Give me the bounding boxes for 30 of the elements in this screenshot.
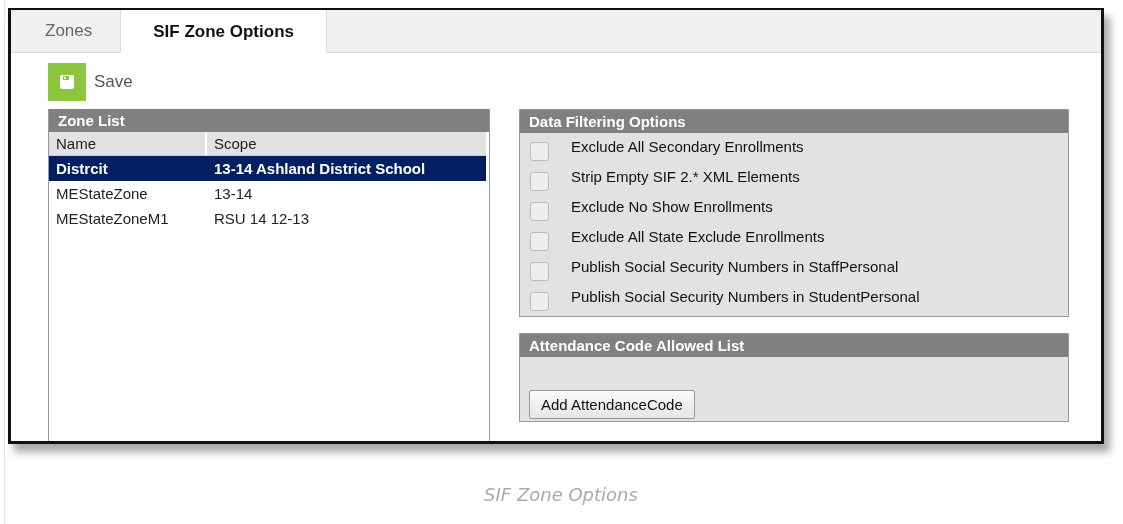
checkbox[interactable] <box>530 291 549 311</box>
option-label: Exclude All Secondary Enrollments <box>571 137 804 155</box>
add-button[interactable]: Add AttendanceCode <box>529 390 695 419</box>
option-label: Exclude All State Exclude Enrollments <box>571 227 825 245</box>
table-row[interactable]: MEStateZoneM1 RSU 14 12-13 <box>49 206 486 231</box>
option-label: Exclude No Show Enrollments <box>571 197 773 215</box>
table-cell-text: 13-14 Ashland District School <box>213 160 426 177</box>
panel-title: Zone List <box>49 109 489 132</box>
checkbox[interactable] <box>530 261 549 281</box>
option-label: Publish Social Security Numbers in StudentPersonal <box>571 287 920 305</box>
checkbox[interactable] <box>530 141 549 161</box>
column-header[interactable]: Scope <box>207 132 257 155</box>
checkbox[interactable] <box>530 171 549 191</box>
table-cell-text: 13-14 <box>213 185 253 202</box>
checkbox[interactable] <box>530 231 549 251</box>
save-button[interactable]: Save <box>94 72 133 92</box>
table-cell-text: MEStateZone <box>55 185 149 202</box>
save-icon[interactable] <box>48 63 86 101</box>
option-label: Strip Empty SIF 2.* XML Elements <box>571 167 800 185</box>
figure-caption: SIF Zone Options <box>483 484 639 505</box>
table-row[interactable]: MEStateZone 13-14 <box>49 181 486 206</box>
table-row[interactable]: Distrcit 13-14 Ashland District School <box>49 156 486 181</box>
checkbox[interactable] <box>530 201 549 221</box>
panel-title: Data Filtering Options <box>520 110 1068 133</box>
option-label: Publish Social Security Numbers in StaffPersonal <box>571 257 899 275</box>
table-cell-text: MEStateZoneM1 <box>55 210 170 227</box>
panel-title: Attendance Code Allowed List <box>520 334 1068 357</box>
table-cell-text: Distrcit <box>55 160 109 177</box>
tab[interactable]: SIF Zone Options <box>120 10 327 53</box>
table-cell-text: RSU 14 12-13 <box>213 210 310 227</box>
